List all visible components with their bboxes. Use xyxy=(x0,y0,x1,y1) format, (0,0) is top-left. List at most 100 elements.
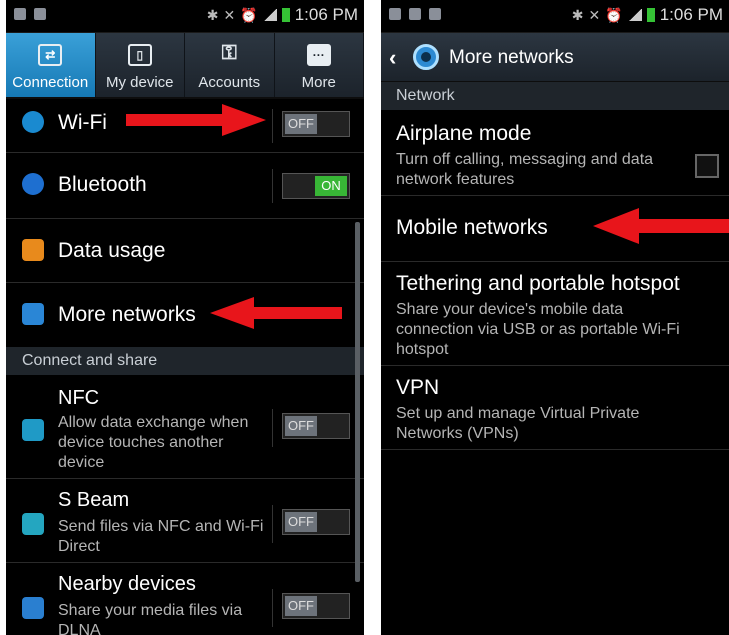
airplane-mode-checkbox[interactable] xyxy=(695,154,719,178)
s-beam-label: S Beam xyxy=(58,489,130,511)
notification-icon xyxy=(34,8,46,20)
tab-more[interactable]: ··· More xyxy=(275,33,364,97)
nearby-devices-icon xyxy=(22,597,44,619)
vpn-label: VPN xyxy=(396,376,440,399)
toggle-state: OFF xyxy=(285,114,317,134)
bluetooth-toggle[interactable]: ON xyxy=(282,173,350,199)
tab-label: Connection xyxy=(12,74,89,91)
tethering-row[interactable]: Tethering and portable hotspot Share you… xyxy=(381,262,729,366)
section-header: Connect and share xyxy=(6,347,364,375)
nfc-toggle[interactable]: OFF xyxy=(282,413,350,439)
notification-icon xyxy=(409,8,421,20)
signal-icon xyxy=(627,9,642,21)
nfc-label: NFC xyxy=(58,387,100,409)
airplane-mode-row[interactable]: Airplane mode Turn off calling, messagin… xyxy=(381,110,729,196)
toggle-state: OFF xyxy=(285,596,317,616)
bluetooth-label: Bluetooth xyxy=(58,173,147,196)
data-usage-row[interactable]: Data usage xyxy=(6,219,364,283)
toggle-state: OFF xyxy=(285,416,317,436)
tab-connection[interactable]: ⇄ Connection xyxy=(6,33,96,97)
more-networks-screen: ✱ ✕ ⏰ 1:06 PM ‹ More networks Network Ai… xyxy=(381,0,729,635)
settings-screen: ✱ ✕ ⏰ 1:06 PM ⇄ Connection ▯ My device ⚿… xyxy=(6,0,364,635)
signal-icon xyxy=(262,9,277,21)
bluetooth-icon xyxy=(22,173,44,195)
status-bar: ✱ ✕ ⏰ 1:06 PM xyxy=(381,0,729,33)
mute-icon: ✕ xyxy=(588,6,601,23)
divider xyxy=(272,169,273,203)
nearby-devices-description: Share your media files via xyxy=(58,602,243,619)
bluetooth-row[interactable]: Bluetooth ON xyxy=(6,153,364,219)
divider xyxy=(272,505,273,543)
status-time: 1:06 PM xyxy=(294,5,358,24)
pointer-arrow xyxy=(126,104,266,136)
tethering-label: Tethering and portable hotspot xyxy=(396,272,680,295)
back-chevron-icon[interactable]: ‹ xyxy=(389,45,396,71)
s-beam-description: Send files via NFC and Wi-Fi xyxy=(58,518,264,535)
more-networks-icon xyxy=(22,303,44,325)
s-beam-toggle[interactable]: OFF xyxy=(282,509,350,535)
vpn-description: Set up and manage Virtual Private xyxy=(396,405,640,422)
status-bar: ✱ ✕ ⏰ 1:06 PM xyxy=(6,0,364,33)
device-icon: ▯ xyxy=(127,44,152,66)
pointer-arrow xyxy=(593,208,729,244)
wifi-toggle[interactable]: OFF xyxy=(282,111,350,137)
alarm-icon: ⏰ xyxy=(240,6,258,23)
battery-icon xyxy=(646,8,655,22)
s-beam-icon xyxy=(22,513,44,535)
nearby-devices-row[interactable]: Nearby devices Share your media files vi… xyxy=(6,563,364,635)
nfc-icon xyxy=(22,419,44,441)
tab-label: Accounts xyxy=(198,74,261,91)
vpn-row[interactable]: VPN Set up and manage Virtual Private Ne… xyxy=(381,366,729,450)
tab-accounts[interactable]: ⚿ Accounts xyxy=(185,33,275,97)
notification-icon xyxy=(389,8,401,20)
toggle-state: OFF xyxy=(285,512,317,532)
nearby-devices-toggle[interactable]: OFF xyxy=(282,593,350,619)
more-networks-label: More networks xyxy=(58,303,196,326)
key-icon: ⚿ xyxy=(221,42,237,64)
data-usage-label: Data usage xyxy=(58,239,166,262)
settings-list: Wi-Fi OFF Bluetooth ON Data usage More n… xyxy=(6,99,364,635)
nfc-row[interactable]: NFC Allow data exchange when device touc… xyxy=(6,375,364,479)
notification-icon xyxy=(14,8,26,20)
nearby-devices-description: DLNA xyxy=(58,622,101,635)
bluetooth-status-icon: ✱ xyxy=(571,6,584,23)
divider xyxy=(272,409,273,447)
tethering-description: hotspot xyxy=(396,341,449,358)
alarm-icon: ⏰ xyxy=(605,6,623,23)
mute-icon: ✕ xyxy=(223,6,236,23)
status-time: 1:06 PM xyxy=(659,5,723,24)
scrollbar[interactable] xyxy=(355,222,360,582)
airplane-mode-label: Airplane mode xyxy=(396,122,532,145)
nearby-devices-label: Nearby devices xyxy=(58,573,196,595)
s-beam-row[interactable]: S Beam Send files via NFC and Wi-Fi Dire… xyxy=(6,479,364,563)
tethering-description: connection via USB or as portable Wi-Fi xyxy=(396,321,680,338)
page-title: More networks xyxy=(449,47,574,68)
battery-icon xyxy=(281,8,290,22)
pointer-arrow xyxy=(210,297,342,329)
section-header: Network xyxy=(381,82,729,110)
tab-label: More xyxy=(301,74,336,91)
data-usage-icon xyxy=(22,239,44,261)
tab-label: My device xyxy=(105,74,174,91)
airplane-mode-description: Turn off calling, messaging and data xyxy=(396,151,654,168)
nfc-description: device touches another xyxy=(58,434,224,451)
s-beam-description: Direct xyxy=(58,538,100,555)
wifi-label: Wi-Fi xyxy=(58,111,107,134)
connection-icon: ⇄ xyxy=(38,44,63,66)
toggle-state: ON xyxy=(315,176,347,196)
divider xyxy=(272,109,273,143)
nfc-description: device xyxy=(58,454,105,471)
settings-gear-icon[interactable] xyxy=(413,44,439,70)
vpn-description: Networks (VPNs) xyxy=(396,425,519,442)
more-icon: ··· xyxy=(306,44,331,66)
tab-my-device[interactable]: ▯ My device xyxy=(96,33,185,97)
nfc-description: Allow data exchange when xyxy=(58,414,249,431)
notification-icon xyxy=(429,8,441,20)
airplane-mode-description: network features xyxy=(396,171,515,188)
action-bar: ‹ More networks xyxy=(381,33,729,82)
tethering-description: Share your device's mobile data xyxy=(396,301,624,318)
mobile-networks-label: Mobile networks xyxy=(396,216,548,239)
settings-tabs: ⇄ Connection ▯ My device ⚿ Accounts ··· … xyxy=(6,33,364,99)
bluetooth-status-icon: ✱ xyxy=(206,6,219,23)
wifi-icon xyxy=(22,111,44,133)
